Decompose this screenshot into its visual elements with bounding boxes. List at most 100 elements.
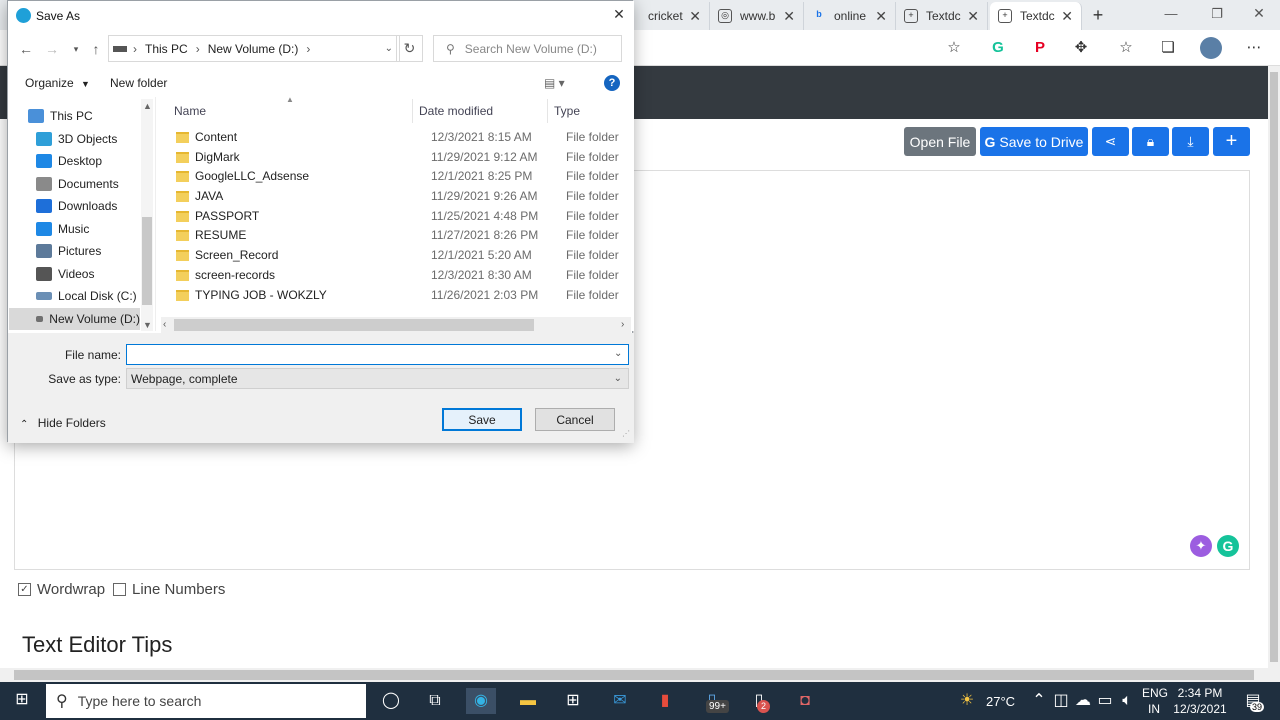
resize-grip-icon[interactable]: ⋰ [622,429,630,438]
help-icon[interactable]: ? [604,75,620,91]
back-arrow-icon[interactable]: ← [16,39,36,59]
save-to-drive-button[interactable]: G Save to Drive [980,127,1088,156]
cancel-button[interactable]: Cancel [535,408,615,431]
refresh-icon[interactable]: ↻ [396,35,423,62]
column-header-name[interactable]: Name [174,104,206,118]
breadcrumb-this-pc[interactable]: This PC [145,42,188,56]
browser-tab[interactable]: ◎ www.b ✕ [710,2,804,30]
cortana-icon[interactable]: ◯ [376,688,406,714]
download-button[interactable]: ⤓ [1172,127,1209,156]
file-row[interactable]: TYPING JOB - WOKZLY 11/26/2021 2:03 PM F… [168,285,628,305]
open-file-button[interactable]: Open File [904,127,976,156]
column-header-type[interactable]: Type [554,104,580,118]
nav-item-music[interactable]: Music [36,218,166,240]
up-arrow-icon[interactable]: ↑ [86,39,106,59]
windows-start-icon[interactable]: ⊞ [12,690,32,710]
file-name-dropdown-icon[interactable]: ⌄ [614,348,622,359]
close-icon[interactable]: ✕ [1061,8,1073,25]
nav-item-videos[interactable]: Videos [36,263,166,285]
collections-icon[interactable]: ❏ [1158,38,1178,58]
search-input[interactable]: ⚲ Search New Volume (D:) [433,35,622,62]
lock-button[interactable]: 🔒︎ [1132,127,1169,156]
forward-arrow-icon[interactable]: → [42,39,62,59]
office-icon[interactable]: ▮ [650,688,680,714]
breadcrumb-new-volume[interactable]: New Volume (D:) [208,42,299,56]
minimize-icon[interactable]: — [1160,6,1182,24]
favorites-icon[interactable]: ☆ [1116,38,1136,58]
more-menu-icon[interactable]: ⋯ [1244,38,1264,58]
dialog-close-icon[interactable]: ✕ [610,6,628,24]
new-tab-button[interactable]: + [1088,4,1108,26]
close-icon[interactable]: ✕ [875,8,887,25]
volume-muted-icon[interactable]: 🔈︎ [1112,688,1142,714]
language-line1[interactable]: ENG [1142,686,1168,700]
restore-icon[interactable]: ❐ [1206,6,1228,24]
nav-item-documents[interactable]: Documents [36,173,166,195]
add-button[interactable]: + [1213,127,1250,156]
file-row[interactable]: Content 12/3/2021 8:15 AM File folder [168,127,628,147]
file-row[interactable]: screen-records 12/3/2021 8:30 AM File fo… [168,265,628,285]
wordwrap-option[interactable]: ✓ Wordwrap [18,580,105,598]
weather-temperature[interactable]: 27°C [986,694,1015,709]
screen-recorder-icon[interactable]: ◘ [790,688,820,714]
browser-tab-active[interactable]: + Textdc ✕ [990,2,1082,30]
file-row[interactable]: RESUME 11/27/2021 8:26 PM File folder [168,225,628,245]
nav-item-this-pc[interactable]: This PC [28,105,158,127]
extensions-icon[interactable]: ✥ [1071,38,1091,58]
column-divider[interactable] [547,99,548,123]
save-as-type-select[interactable]: Webpage, complete ⌄ [126,368,629,389]
view-options-icon[interactable]: ▤ ▾ [544,76,565,90]
save-button[interactable]: Save [442,408,522,431]
language-line2[interactable]: IN [1142,702,1166,716]
scroll-right-icon[interactable]: › [621,319,624,330]
mail-icon[interactable]: ✉ [605,688,635,714]
dialog-title-bar[interactable] [8,1,634,31]
grammarly-icon[interactable]: G [1217,535,1239,557]
pinterest-extension-icon[interactable]: P [1030,38,1050,58]
file-row[interactable]: DigMark 11/29/2021 9:12 AM File folder [168,147,628,167]
browser-tab[interactable]: b online ✕ [804,2,896,30]
new-folder-button[interactable]: New folder [110,76,167,90]
favorite-add-icon[interactable]: ☆ [944,38,964,58]
wordwrap-checkbox[interactable]: ✓ [18,582,31,596]
column-divider[interactable] [412,99,413,123]
taskbar-search-box[interactable]: ⚲ Type here to search [46,684,366,718]
share-button[interactable]: ⋖ [1092,127,1129,156]
breadcrumb[interactable]: › This PC › New Volume (D:) › ⌄ [108,35,400,62]
nav-item-new-volume-d[interactable]: New Volume (D:) [9,308,140,330]
hide-folders-toggle[interactable]: ⌃ Hide Folders [20,416,106,430]
scroll-down-icon[interactable]: ▼ [143,320,152,330]
avatar[interactable] [1200,37,1222,59]
close-icon[interactable]: ✕ [967,8,979,25]
scroll-left-icon[interactable]: ‹ [163,319,166,330]
organize-menu-button[interactable]: Organize ▼ [25,76,90,90]
file-name-input[interactable] [126,344,629,365]
file-explorer-icon[interactable]: ▬ [513,688,543,714]
store-icon[interactable]: ⊞ [558,688,588,714]
nav-item-desktop[interactable]: Desktop [36,150,166,172]
nav-item-pictures[interactable]: Pictures [36,240,166,262]
sparkle-icon[interactable]: ✦ [1190,535,1212,557]
browser-tab[interactable]: cricket ✕ [640,2,710,30]
file-list-scroll-thumb[interactable] [174,319,534,331]
nav-item-local-disk-c[interactable]: Local Disk (C:) [36,285,166,307]
close-icon[interactable]: ✕ [689,8,701,25]
nav-item-downloads[interactable]: Downloads [36,195,166,217]
grammarly-extension-icon[interactable]: G [988,38,1008,58]
edge-icon[interactable]: ◉ [466,688,496,714]
weather-icon[interactable]: ☀ [952,688,982,714]
nav-item-3d-objects[interactable]: 3D Objects [36,128,166,150]
task-view-icon[interactable]: ⧉ [420,688,450,714]
clock-time[interactable]: 2:34 PM [1170,686,1230,700]
line-numbers-checkbox[interactable] [113,582,126,596]
vertical-scroll-thumb[interactable] [1270,72,1278,662]
file-row[interactable]: PASSPORT 11/25/2021 4:48 PM File folder [168,206,628,226]
file-row[interactable]: JAVA 11/29/2021 9:26 AM File folder [168,186,628,206]
line-numbers-option[interactable]: Line Numbers [113,580,225,598]
column-header-date-modified[interactable]: Date modified [419,104,493,118]
recent-locations-chevron-icon[interactable]: ▾ [66,39,86,59]
clock-date[interactable]: 12/3/2021 [1170,702,1230,716]
close-icon[interactable]: ✕ [783,8,795,25]
file-row[interactable]: Screen_Record 12/1/2021 5:20 AM File fol… [168,245,628,265]
close-window-icon[interactable]: ✕ [1248,5,1270,23]
